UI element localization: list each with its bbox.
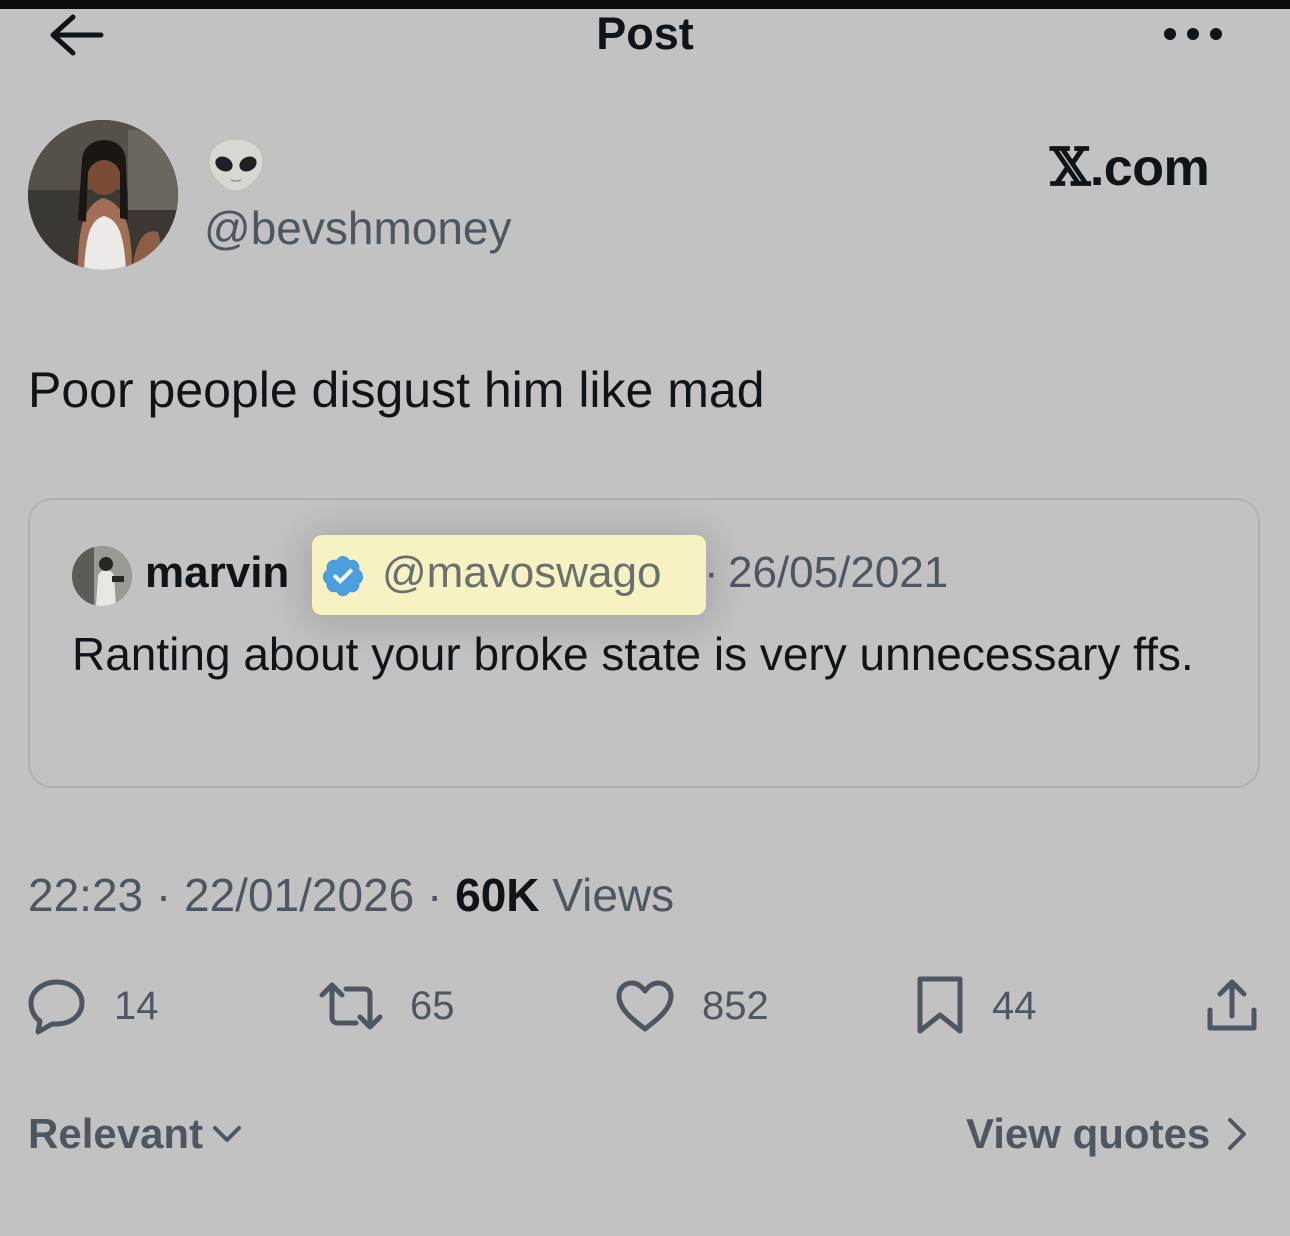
repost-button[interactable]: 65 xyxy=(318,975,455,1037)
share-icon xyxy=(1207,979,1257,1031)
author-handle[interactable]: @bevshmoney xyxy=(204,200,512,256)
bookmark-button[interactable]: 44 xyxy=(914,975,1037,1037)
avatar-photo xyxy=(28,120,178,270)
meta-separator: · xyxy=(427,869,443,921)
author-avatar[interactable] xyxy=(28,120,178,270)
post-date: 22/01/2026 xyxy=(184,869,415,921)
reply-count: 14 xyxy=(114,984,159,1028)
more-button[interactable] xyxy=(1158,14,1228,54)
more-horizontal-icon xyxy=(1164,28,1222,40)
author-display-name[interactable] xyxy=(205,136,267,194)
page-title: Post xyxy=(596,8,694,59)
post-text: Poor people disgust him like mad xyxy=(28,362,765,418)
brand-watermark: 𝕏.com xyxy=(1050,137,1210,198)
bookmark-icon xyxy=(917,976,963,1034)
view-quotes-link[interactable]: View quotes xyxy=(966,1106,1252,1162)
meta-separator: · xyxy=(155,869,172,921)
repost-icon xyxy=(319,982,383,1030)
heart-icon xyxy=(616,980,674,1032)
views-label: Views xyxy=(552,869,675,921)
alien-icon xyxy=(208,138,264,192)
verified-badge-icon xyxy=(320,553,366,599)
quote-date: 26/05/2021 xyxy=(728,548,949,597)
quote-author-avatar[interactable] xyxy=(72,546,132,606)
share-button[interactable] xyxy=(1202,975,1262,1037)
sort-label: Relevant xyxy=(28,1110,204,1157)
chevron-right-icon xyxy=(1228,1118,1247,1150)
quote-avatar-photo xyxy=(72,546,132,606)
like-button[interactable]: 852 xyxy=(614,975,769,1037)
bookmark-count: 44 xyxy=(992,984,1037,1028)
quote-author-name[interactable]: marvin xyxy=(145,545,289,601)
post-meta: 22:23 · 22/01/2026 · 60K Views xyxy=(28,866,674,924)
sort-dropdown[interactable]: Relevant xyxy=(28,1106,245,1162)
quote-separator: · xyxy=(704,548,719,597)
views-count: 60K xyxy=(455,869,540,921)
view-quotes-label: View quotes xyxy=(966,1110,1211,1157)
quote-author-handle[interactable]: @mavoswago xyxy=(382,545,661,601)
reply-button[interactable]: 14 xyxy=(26,975,159,1037)
reply-icon xyxy=(28,979,85,1035)
quote-text: Ranting about your broke state is very u… xyxy=(72,628,1194,680)
repost-count: 65 xyxy=(410,984,455,1028)
post-time: 22:23 xyxy=(28,869,144,921)
like-count: 852 xyxy=(702,984,769,1028)
chevron-down-icon xyxy=(213,1126,242,1142)
